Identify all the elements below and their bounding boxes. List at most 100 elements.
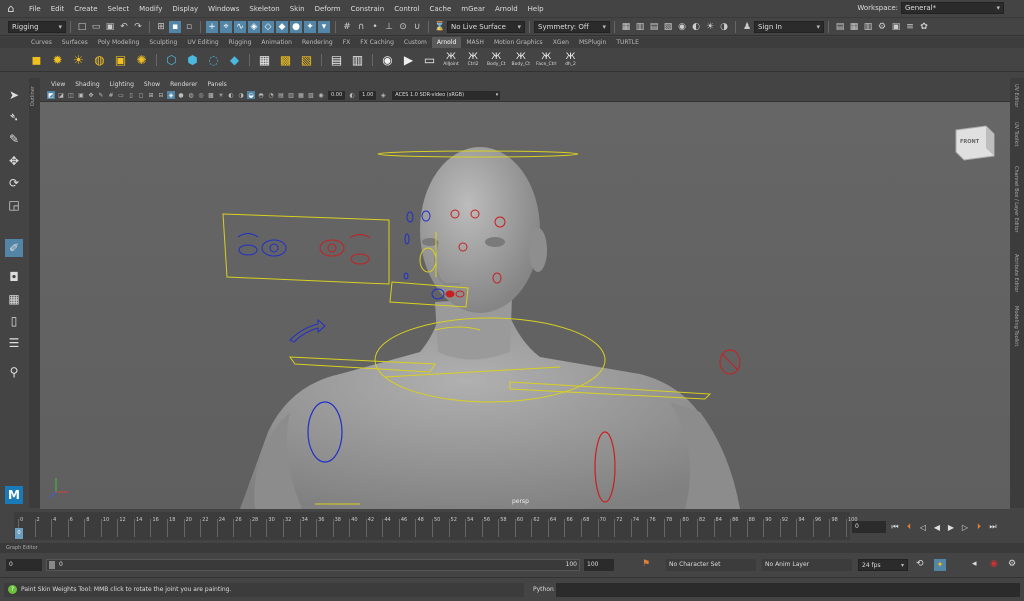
keyframe-icon[interactable]: ⚑ <box>642 559 650 569</box>
auto-key-icon[interactable]: ✦ <box>934 559 946 571</box>
use-all-lights-icon[interactable]: ☀ <box>217 91 225 99</box>
open-scene-icon[interactable]: ▭ <box>90 21 102 33</box>
graph-editor-label[interactable]: Graph Editor <box>0 543 1024 553</box>
snap-surface-icon[interactable]: ⊙ <box>397 21 409 33</box>
snap-point-icon[interactable]: • <box>369 21 381 33</box>
uv-toolkit-tab[interactable]: UV Toolkit <box>1013 122 1019 147</box>
loop-icon[interactable]: ⟲ <box>916 559 924 569</box>
textured-icon[interactable]: ▩ <box>207 91 215 99</box>
exposure-icon[interactable]: ◉ <box>317 91 325 99</box>
character-set-dropdown[interactable]: No Character Set <box>666 559 756 571</box>
render-view-icon[interactable]: ◉ <box>379 51 396 68</box>
script-language-toggle[interactable]: Python <box>533 583 554 597</box>
lip-control-l[interactable] <box>403 272 409 280</box>
procedural-icon[interactable]: ◆ <box>226 51 243 68</box>
two-d-pan-icon[interactable]: ✥ <box>87 91 95 99</box>
shelf-tab-mash[interactable]: MASH <box>461 37 489 48</box>
settings-icon[interactable]: ✿ <box>918 21 930 33</box>
uv-editor-tab[interactable]: UV Editor <box>1013 84 1019 107</box>
scale-tool-icon[interactable]: ◲ <box>5 196 23 214</box>
panel-menu-shading[interactable]: Shading <box>70 81 104 88</box>
tool-settings-icon[interactable]: ⚙ <box>876 21 888 33</box>
sound-icon[interactable]: ◂ <box>972 559 977 569</box>
shelf-tab-curves[interactable]: Curves <box>26 37 57 48</box>
render-frame-icon[interactable]: ▤ <box>648 21 660 33</box>
outliner-collapsed-strip[interactable]: Outliner <box>29 78 40 508</box>
workspace-dropdown[interactable]: General* <box>901 2 1004 14</box>
brow-control-l1[interactable] <box>406 211 414 223</box>
undo-icon[interactable]: ↶ <box>118 21 130 33</box>
snap-view-icon[interactable]: ⊥ <box>383 21 395 33</box>
mask-rendering-icon[interactable]: ● <box>290 20 302 33</box>
outliner-persp-icon[interactable]: ☰ <box>5 334 23 352</box>
area-light-icon[interactable]: ◼ <box>28 51 45 68</box>
go-to-end-icon[interactable]: ⏭ <box>986 520 1000 534</box>
xray-icon[interactable]: ▥ <box>287 91 295 99</box>
channel-box-tab[interactable]: Channel Box / Layer Editor <box>1013 166 1019 233</box>
motion-blur-icon[interactable]: ◒ <box>247 91 255 99</box>
select-tool-icon[interactable]: ➤ <box>5 86 23 104</box>
lasso-tool-icon[interactable]: ➴ <box>5 108 23 126</box>
isolate-select-icon[interactable]: ▤ <box>277 91 285 99</box>
physical-sky-icon[interactable]: ▣ <box>112 51 129 68</box>
shelf-tab-msplugin[interactable]: MSPlugin <box>574 37 611 48</box>
viewport-persp[interactable]: FRONT persp <box>40 102 1010 509</box>
sign-in-dropdown[interactable]: Sign In <box>754 20 824 33</box>
safe-action-icon[interactable]: ⊟ <box>157 91 165 99</box>
menu-edit[interactable]: Edit <box>46 5 70 13</box>
menu-arnold[interactable]: Arnold <box>490 5 523 13</box>
clear-bake-icon[interactable]: ▧ <box>298 51 315 68</box>
shelf-tab-sculpting[interactable]: Sculpting <box>144 37 182 48</box>
fps-dropdown[interactable]: 24 fps <box>858 559 908 572</box>
scene-end-field[interactable]: 100 <box>584 559 614 571</box>
depth-of-field-icon[interactable]: ◔ <box>267 91 275 99</box>
shelf-button-dh2[interactable]: Жdh_2 <box>562 51 580 68</box>
xray-joints-icon[interactable]: ▦ <box>297 91 305 99</box>
xray-active-icon[interactable]: ▧ <box>307 91 315 99</box>
gamma-icon[interactable]: ◐ <box>348 91 356 99</box>
paint-skin-weights-icon[interactable]: ✐ <box>5 239 23 257</box>
play-forward-icon[interactable]: ▶ <box>944 520 958 534</box>
shelf-tab-uv-editing[interactable]: UV Editing <box>182 37 223 48</box>
shelf-tab-xgen[interactable]: XGen <box>548 37 574 48</box>
checker-icon[interactable]: ▦ <box>256 51 273 68</box>
user-icon[interactable]: ♟ <box>741 21 753 33</box>
face-ui-panel-control[interactable] <box>222 213 390 285</box>
select-object-icon[interactable]: ▪ <box>169 20 181 33</box>
select-camera-icon[interactable]: ◩ <box>47 91 55 99</box>
menuset-dropdown[interactable]: Rigging <box>8 20 66 33</box>
step-forward-frame-icon[interactable]: ▷ <box>958 520 972 534</box>
shelf-tab-fx[interactable]: FX <box>338 37 356 48</box>
range-start-handle[interactable] <box>49 561 55 569</box>
paint-select-icon[interactable]: ✎ <box>5 130 23 148</box>
sidebar-toggle-icon[interactable]: ▤ <box>834 21 846 33</box>
mask-deformations-icon[interactable]: ◇ <box>262 20 274 33</box>
view-transform-dropdown[interactable]: ACES 1.0 SDR-video (sRGB) <box>392 90 501 100</box>
mask-handles-icon[interactable]: + <box>206 20 218 33</box>
single-view-icon[interactable]: ◘ <box>5 268 23 286</box>
magnet-icon[interactable]: ∪ <box>411 21 423 33</box>
new-scene-icon[interactable]: □ <box>76 21 88 33</box>
outliner-icon[interactable]: ≡ <box>904 21 916 33</box>
redo-icon[interactable]: ↷ <box>132 21 144 33</box>
shelf-button-body-ct-2[interactable]: Ж Body_Ct <box>511 51 532 68</box>
shelf-tab-fx-caching[interactable]: FX Caching <box>355 37 399 48</box>
ik-arrow-control[interactable] <box>289 318 326 343</box>
shelf-tab-arnold[interactable]: Arnold <box>431 37 462 48</box>
menu-modify[interactable]: Modify <box>134 5 167 13</box>
move-tool-icon[interactable]: ✥ <box>5 152 23 170</box>
menu-select[interactable]: Select <box>103 5 135 13</box>
live-surface-dropdown[interactable]: No Live Surface <box>447 20 525 33</box>
record-icon[interactable]: ◉ <box>990 559 998 569</box>
menu-display[interactable]: Display <box>167 5 203 13</box>
shelf-tab-rigging[interactable]: Rigging <box>224 37 257 48</box>
maya-logo-icon[interactable]: ⌂ <box>4 2 18 16</box>
arnold-render-icon[interactable]: ◐ <box>690 21 702 33</box>
film-gate-icon[interactable]: ▭ <box>117 91 125 99</box>
grease-pencil-icon[interactable]: ✎ <box>97 91 105 99</box>
arnold-sky-icon[interactable]: ◑ <box>718 21 730 33</box>
volume-icon[interactable]: ◌ <box>205 51 222 68</box>
select-hierarchy-icon[interactable]: ⊞ <box>155 21 167 33</box>
play-backward-icon[interactable]: ◀ <box>930 520 944 534</box>
panel-menu-show[interactable]: Show <box>139 81 165 88</box>
